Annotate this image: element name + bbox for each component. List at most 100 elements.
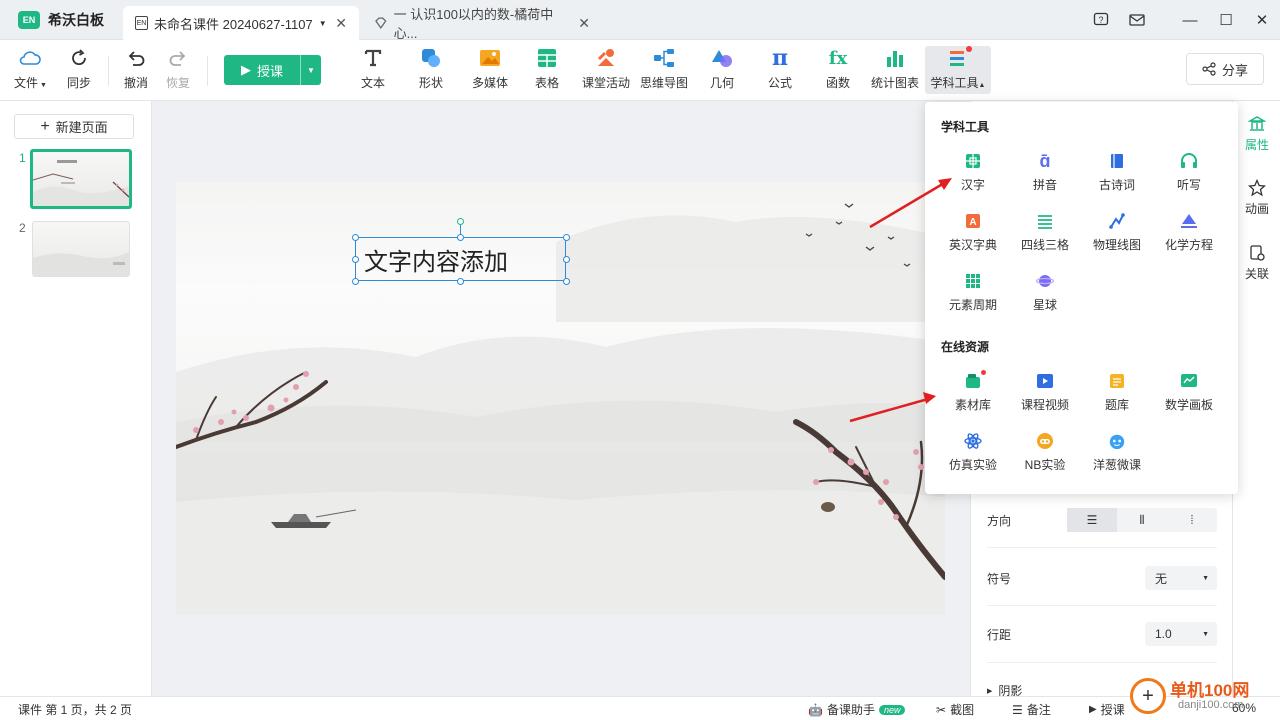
tool-simulation-lab[interactable]: 仿真实验 — [937, 432, 1009, 473]
redo-icon — [168, 46, 188, 70]
mail-icon[interactable] — [1120, 0, 1154, 40]
tool-pinyin[interactable]: ɑ̄ 拼音 — [1009, 151, 1081, 193]
shape-tool-label: 形状 — [419, 76, 444, 90]
resize-handle-se[interactable] — [563, 278, 570, 285]
media-icon — [479, 46, 501, 70]
annotation-arrows — [849, 178, 952, 423]
resize-handle-s[interactable] — [457, 278, 464, 285]
symbol-select[interactable]: 无 ▼ — [1145, 566, 1217, 590]
resize-handle-nw[interactable] — [352, 234, 359, 241]
chart-tool-label: 统计图表 — [871, 76, 920, 90]
rail-link-label: 关联 — [1244, 267, 1269, 281]
redo-button[interactable]: 恢复 — [166, 46, 190, 91]
share-button[interactable]: 分享 — [1186, 53, 1264, 85]
page-number: 1 — [19, 151, 26, 165]
rail-properties[interactable]: 属性 — [1233, 115, 1280, 153]
tab-close-icon[interactable]: ✕ — [335, 15, 347, 32]
direction-row: 方向 ☰ ⦀ ⦙ — [987, 508, 1217, 532]
resize-handle-w[interactable] — [352, 256, 359, 263]
onion-icon — [1108, 432, 1126, 450]
media-tool-button[interactable]: 多媒体 — [472, 46, 508, 91]
tool-course-video[interactable]: 课程视频 — [1009, 372, 1081, 413]
formula-tool-label: 公式 — [768, 76, 793, 90]
rail-animation[interactable]: 动画 — [1233, 179, 1280, 217]
right-rail: 属性 动画 关联 — [1232, 101, 1280, 696]
resize-handle-sw[interactable] — [352, 278, 359, 285]
resize-handle-e[interactable] — [563, 256, 570, 263]
app-title: 希沃白板 — [48, 12, 104, 28]
function-tool-button[interactable]: fx 函数 — [826, 46, 850, 91]
close-icon[interactable]: ✕ — [1245, 0, 1279, 40]
diamond-icon — [375, 17, 387, 29]
sync-button[interactable]: 同步 — [67, 46, 91, 91]
undo-button[interactable]: 撤消 — [124, 46, 148, 91]
maximize-icon[interactable]: ☐ — [1209, 0, 1243, 40]
tab-lesson[interactable]: 一 认识100以内的数-橘荷中心... ✕ — [362, 6, 602, 41]
geometry-tool-button[interactable]: 几何 — [710, 46, 734, 91]
tool-dictation[interactable]: 听写 — [1153, 152, 1225, 193]
slide-text-box[interactable]: 文字内容添加 — [355, 237, 566, 281]
chevron-down-icon: ▼ — [1202, 574, 1209, 582]
rail-animation-label: 动画 — [1244, 202, 1269, 216]
screenshot-button[interactable]: ✂ 截图 — [936, 701, 974, 718]
video-icon — [1036, 372, 1054, 390]
resize-handle-n[interactable] — [457, 234, 464, 241]
function-icon: fx — [828, 47, 848, 69]
chevron-down-icon[interactable]: ▼ — [319, 19, 327, 28]
pi-icon: π — [771, 45, 789, 71]
page-thumbnail-1[interactable] — [30, 149, 132, 209]
tab-courseware[interactable]: EN 未命名课件 20240627-1107 ▼ ✕ — [123, 6, 359, 40]
tool-label: 题库 — [1104, 398, 1129, 412]
formula-tool-button[interactable]: π 公式 — [768, 45, 793, 91]
text-tool-label: 文本 — [361, 76, 386, 90]
tab-label: 一 认识100以内的数-橘荷中心... — [393, 7, 554, 41]
tool-question-bank[interactable]: 题库 — [1081, 372, 1153, 413]
page-thumbnail-2[interactable] — [32, 221, 130, 277]
teach-dropdown-icon[interactable]: ▼ — [301, 66, 321, 75]
subject-tools-button[interactable]: 学科工具▲ — [925, 46, 991, 94]
file-button[interactable]: 文件 ▼ — [14, 46, 47, 91]
plus-icon: + — [40, 117, 50, 135]
tab-close-icon[interactable]: ✕ — [578, 15, 590, 32]
tool-chemical-equation[interactable]: 化学方程 — [1153, 212, 1225, 253]
tool-planet[interactable]: 星球 — [1009, 272, 1081, 313]
link-icon — [1250, 245, 1265, 261]
shape-tool-button[interactable]: 形状 — [419, 46, 443, 91]
notes-button[interactable]: ☰ 备注 — [1012, 701, 1051, 718]
tool-physics-diagram[interactable]: 物理线图 — [1081, 212, 1153, 253]
geometry-icon — [711, 46, 733, 70]
tool-onion-micro-class[interactable]: 洋葱微课 — [1081, 432, 1153, 473]
toolbar-divider — [108, 56, 109, 86]
mindmap-tool-button[interactable]: 思维导图 — [640, 46, 688, 91]
resize-handle-ne[interactable] — [563, 234, 570, 241]
courseware-icon: EN — [135, 16, 148, 30]
prep-assistant-button[interactable]: 🤖 备课助手 new — [808, 701, 906, 718]
help-icon[interactable]: ? — [1084, 0, 1118, 40]
status-teach-button[interactable]: ▶ 授课 — [1089, 701, 1125, 718]
line-spacing-select[interactable]: 1.0 ▼ — [1145, 622, 1217, 646]
teach-label: 授课 — [256, 63, 283, 79]
text-tool-button[interactable]: 文本 — [361, 46, 385, 91]
mindmap-tool-label: 思维导图 — [640, 76, 689, 90]
table-tool-button[interactable]: 表格 — [535, 46, 559, 91]
chart-tool-button[interactable]: 统计图表 — [871, 46, 919, 91]
tool-math-board[interactable]: 数学画板 — [1153, 372, 1225, 413]
tool-label: 拼音 — [1032, 178, 1057, 192]
rail-link[interactable]: 关联 — [1233, 244, 1280, 282]
vertical-direction-icon[interactable]: ⦀ — [1117, 508, 1167, 532]
watermark-url: danji100.com — [1178, 699, 1244, 711]
rotate-handle[interactable] — [457, 218, 464, 225]
scissors-icon: ✂ — [936, 702, 947, 717]
geometry-tool-label: 几何 — [710, 76, 735, 90]
minimize-icon[interactable]: — — [1173, 0, 1207, 40]
tool-ancient-poetry[interactable]: 古诗词 — [1081, 152, 1153, 193]
horizontal-direction-icon[interactable]: ☰ — [1067, 508, 1117, 532]
new-page-button[interactable]: + 新建页面 — [14, 114, 134, 139]
activity-tool-button[interactable]: 课堂活动 — [582, 46, 630, 91]
tool-nb-lab[interactable]: NB实验 — [1009, 432, 1081, 473]
tool-four-line-grid[interactable]: 四线三格 — [1009, 212, 1081, 253]
vertical-rtl-direction-icon[interactable]: ⦙ — [1167, 508, 1217, 532]
app-logo: EN — [18, 11, 40, 29]
teach-button[interactable]: ▶ 授课 ▼ — [224, 55, 321, 85]
activity-tool-label: 课堂活动 — [582, 76, 631, 90]
